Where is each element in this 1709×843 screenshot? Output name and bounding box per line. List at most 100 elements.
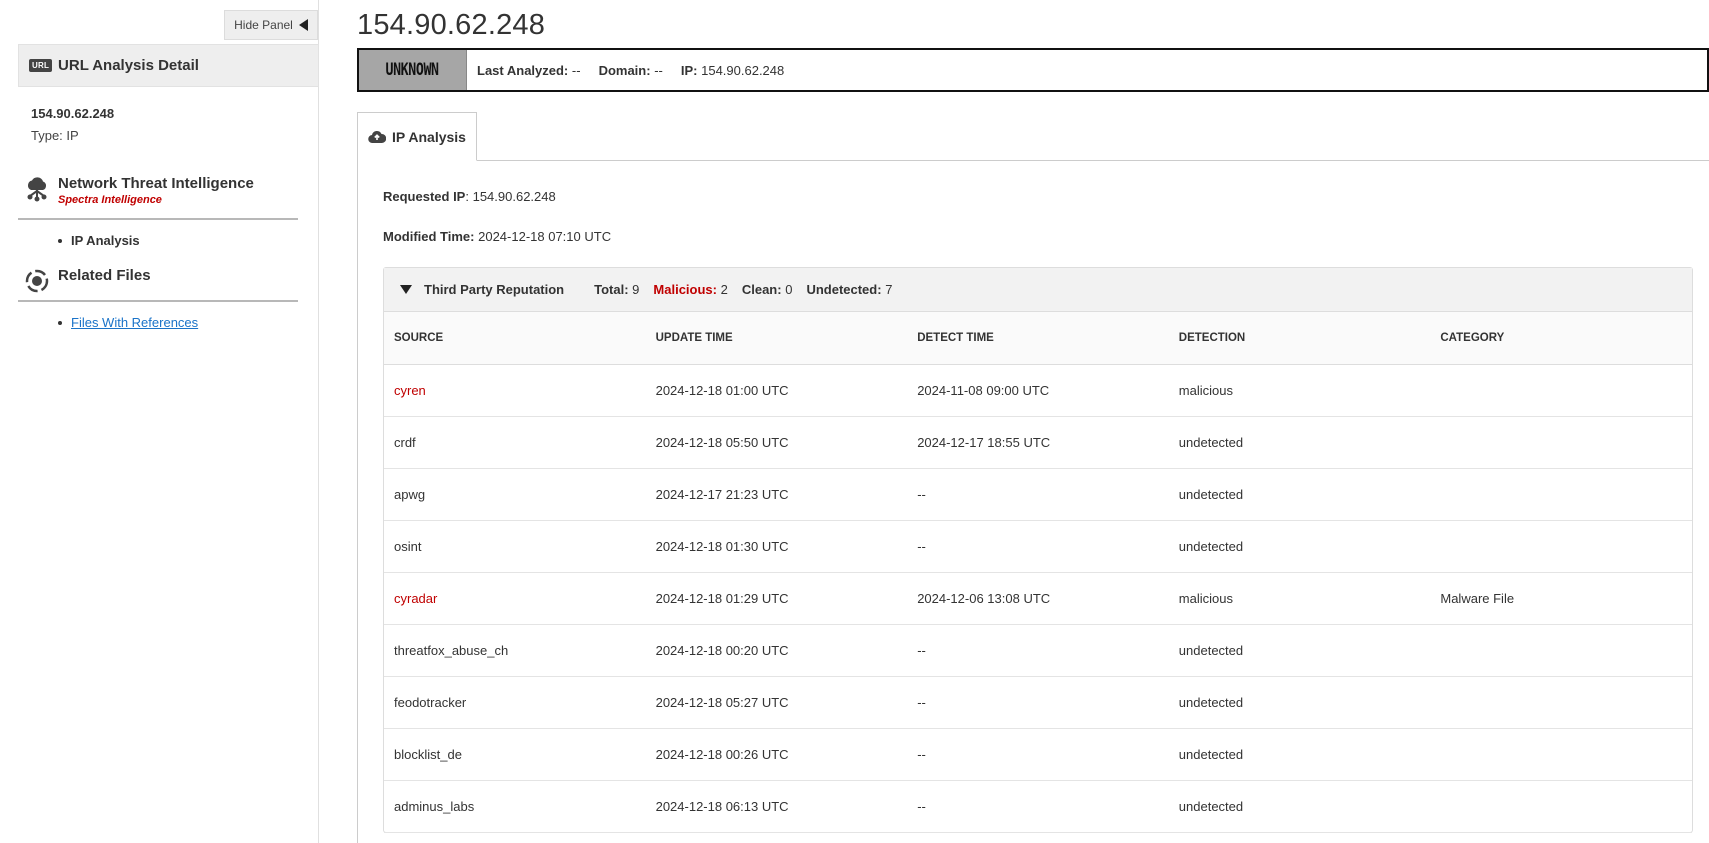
cell-source: apwg	[384, 468, 646, 521]
verdict-label: UNKNOWN	[385, 60, 440, 80]
url-analysis-detail-header: URL URL Analysis Detail	[18, 44, 319, 87]
cell-source: crdf	[384, 416, 646, 469]
reputation-table: SOURCE UPDATE TIME DETECT TIME DETECTION…	[384, 312, 1692, 833]
cell-detection: undetected	[1168, 676, 1431, 729]
domain: Domain: --	[598, 62, 663, 78]
table-row: cyradar 2024-12-18 01:29 UTC 2024-12-06 …	[384, 572, 1692, 625]
nav-ip-analysis-label: IP Analysis	[71, 233, 140, 248]
cell-update-time: 2024-12-18 00:26 UTC	[645, 728, 908, 781]
reputation-header[interactable]: Third Party Reputation Total: 9 Maliciou…	[384, 268, 1692, 312]
cell-detect-time: 2024-12-06 13:08 UTC	[907, 572, 1169, 625]
stat-malicious: Malicious: 2	[653, 282, 728, 297]
cell-detect-time: --	[907, 624, 1169, 677]
table-row: blocklist_de 2024-12-18 00:26 UTC -- und…	[384, 728, 1692, 781]
left-panel: Hide Panel URL URL Analysis Detail 154.9…	[0, 0, 319, 843]
cell-source: threatfox_abuse_ch	[384, 624, 646, 677]
last-analyzed: Last Analyzed: --	[477, 62, 581, 78]
cell-category	[1430, 364, 1692, 417]
table-row: apwg 2024-12-17 21:23 UTC -- undetected	[384, 468, 1692, 521]
cell-category: Malware File	[1430, 572, 1692, 625]
cell-detection: malicious	[1168, 572, 1431, 625]
cell-category	[1430, 676, 1692, 729]
cell-update-time: 2024-12-17 21:23 UTC	[645, 468, 908, 521]
page-title: 154.90.62.248	[357, 9, 546, 41]
cell-detection: undetected	[1168, 520, 1431, 573]
stat-total: Total: 9	[594, 282, 640, 297]
cell-source: feodotracker	[384, 676, 646, 729]
table-row: crdf 2024-12-18 05:50 UTC 2024-12-17 18:…	[384, 416, 1692, 469]
section-title: Related Files	[58, 267, 151, 284]
col-update-time[interactable]: UPDATE TIME	[645, 312, 908, 365]
cell-category	[1430, 416, 1692, 469]
cell-category	[1430, 520, 1692, 573]
section-title: Network Threat Intelligence	[58, 175, 254, 192]
cell-category	[1430, 624, 1692, 677]
url-icon: URL	[29, 59, 53, 72]
col-detection[interactable]: DETECTION	[1168, 312, 1431, 365]
bullet-icon	[58, 238, 62, 243]
cell-detect-time: --	[907, 728, 1169, 781]
cell-source: blocklist_de	[384, 728, 646, 781]
cloud-network-icon	[27, 177, 47, 202]
table-row: cyren 2024-12-18 01:00 UTC 2024-11-08 09…	[384, 364, 1692, 417]
cell-update-time: 2024-12-18 01:30 UTC	[645, 520, 908, 573]
stat-clean: Clean: 0	[741, 282, 793, 297]
cloud-upload-icon	[368, 130, 387, 143]
cell-source: cyren	[384, 364, 646, 417]
tab-ip-analysis[interactable]: IP Analysis	[357, 112, 477, 161]
item-name: 154.90.62.248	[31, 106, 115, 121]
cell-detection: undetected	[1168, 416, 1431, 469]
table-row: osint 2024-12-18 01:30 UTC -- undetected	[384, 520, 1692, 573]
cell-source: cyradar	[384, 572, 646, 625]
cell-category	[1430, 468, 1692, 521]
caret-left-icon	[298, 19, 308, 31]
cell-detect-time: --	[907, 676, 1169, 729]
cell-detect-time: 2024-11-08 09:00 UTC	[907, 364, 1169, 417]
cell-update-time: 2024-12-18 05:27 UTC	[645, 676, 908, 729]
col-category[interactable]: CATEGORY	[1430, 312, 1692, 365]
files-with-references-link[interactable]: Files With References	[71, 315, 198, 330]
item-type: Type: IP	[31, 128, 79, 143]
cell-detection: undetected	[1168, 780, 1431, 833]
tab-strip: IP Analysis	[357, 112, 1709, 161]
modified-time: Modified Time: 2024-12-18 07:10 UTC	[383, 229, 612, 244]
verdict-badge: UNKNOWN	[359, 50, 467, 90]
cell-detection: undetected	[1168, 728, 1431, 781]
cell-update-time: 2024-12-18 01:29 UTC	[645, 572, 908, 625]
cell-update-time: 2024-12-18 05:50 UTC	[645, 416, 908, 469]
cell-update-time: 2024-12-18 01:00 UTC	[645, 364, 908, 417]
cell-category	[1430, 728, 1692, 781]
cell-detect-time: --	[907, 780, 1169, 833]
ip: IP: 154.90.62.248	[680, 62, 785, 78]
requested-ip: Requested IP: 154.90.62.248	[383, 189, 556, 204]
nav-files-with-references[interactable]: Files With References	[58, 315, 198, 330]
col-detect-time[interactable]: DETECT TIME	[907, 312, 1169, 365]
table-row: adminus_labs 2024-12-18 06:13 UTC -- und…	[384, 780, 1692, 833]
section-related-files: Related Files	[18, 266, 298, 302]
cell-source: adminus_labs	[384, 780, 646, 833]
caret-down-icon[interactable]	[400, 285, 412, 294]
reputation-title: Third Party Reputation	[424, 282, 565, 297]
nav-ip-analysis[interactable]: IP Analysis	[58, 233, 140, 248]
cell-update-time: 2024-12-18 06:13 UTC	[645, 780, 908, 833]
table-row: feodotracker 2024-12-18 05:27 UTC -- und…	[384, 676, 1692, 729]
table-row: threatfox_abuse_ch 2024-12-18 00:20 UTC …	[384, 624, 1692, 677]
cell-detection: undetected	[1168, 468, 1431, 521]
summary-bar: UNKNOWN Last Analyzed: -- Domain: -- IP:…	[357, 48, 1709, 92]
bullet-icon	[58, 320, 62, 325]
tab-ip-analysis-label: IP Analysis	[392, 128, 466, 145]
detail-title: URL Analysis Detail	[58, 57, 199, 74]
section-subtitle: Spectra Intelligence	[58, 194, 162, 206]
col-source[interactable]: SOURCE	[384, 312, 646, 365]
cell-detection: undetected	[1168, 624, 1431, 677]
target-icon	[25, 269, 49, 293]
stat-undetected: Undetected: 7	[806, 282, 893, 297]
cell-category	[1430, 780, 1692, 833]
cell-source: osint	[384, 520, 646, 573]
cell-detect-time: --	[907, 520, 1169, 573]
hide-panel-button[interactable]: Hide Panel	[224, 10, 318, 40]
section-network-threat-intelligence: Network Threat Intelligence Spectra Inte…	[18, 174, 298, 220]
cell-detection: malicious	[1168, 364, 1431, 417]
cell-update-time: 2024-12-18 00:20 UTC	[645, 624, 908, 677]
cell-detect-time: 2024-12-17 18:55 UTC	[907, 416, 1169, 469]
